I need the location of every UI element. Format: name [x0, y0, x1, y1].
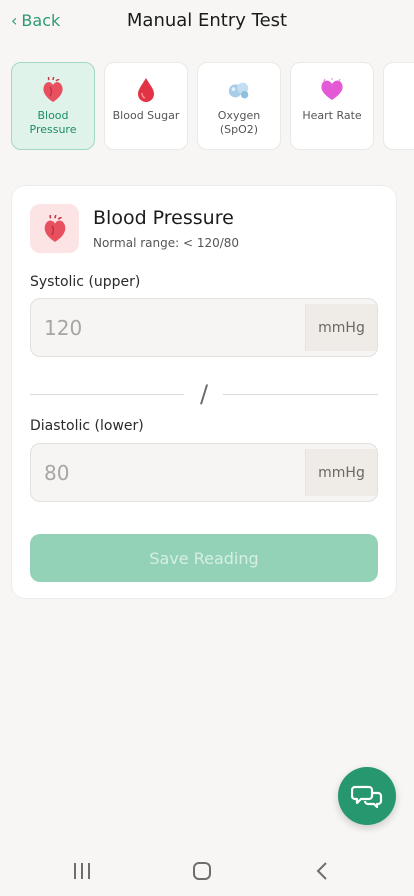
- diastolic-label: Diastolic (lower): [30, 418, 144, 434]
- systolic-input[interactable]: [31, 299, 305, 356]
- header: ‹ Back Manual Entry Test: [0, 0, 414, 44]
- system-back-button[interactable]: [302, 856, 342, 886]
- tab-label: Heart Rate: [302, 109, 362, 122]
- recent-apps-button[interactable]: [62, 856, 102, 886]
- tab-blood-pressure[interactable]: Blood Pressure: [11, 62, 95, 150]
- system-nav-bar: [0, 844, 414, 896]
- save-reading-button[interactable]: Save Reading: [30, 534, 378, 582]
- anatomical-heart-icon: [40, 77, 66, 103]
- divider-line-right: [223, 394, 378, 395]
- systolic-field: mmHg: [30, 298, 378, 357]
- back-arrow-icon: [316, 862, 327, 880]
- diastolic-input[interactable]: [31, 444, 305, 501]
- tab-oxygen[interactable]: Oxygen (SpO2): [197, 62, 281, 150]
- oxygen-bubbles-icon: [226, 77, 252, 103]
- entry-card: Blood Pressure Normal range: < 120/80 Sy…: [11, 185, 397, 599]
- metric-tabs: Blood Pressure Blood Sugar Oxygen (SpO2)…: [11, 62, 414, 150]
- manual-entry-screen: ‹ Back Manual Entry Test Blood Pressure: [0, 0, 414, 896]
- divider: /: [30, 380, 378, 408]
- heart-pulse-icon: [319, 77, 345, 103]
- chat-bubbles-icon: [351, 785, 383, 809]
- diastolic-field: mmHg: [30, 443, 378, 502]
- systolic-label: Systolic (upper): [30, 274, 141, 290]
- home-button[interactable]: [182, 856, 222, 886]
- anatomical-heart-icon: [30, 204, 79, 253]
- tab-label: Blood Pressure: [29, 109, 77, 136]
- systolic-unit: mmHg: [305, 304, 377, 351]
- tab-label: Blood Sugar: [112, 109, 180, 122]
- blood-drop-icon: [133, 77, 159, 103]
- chat-button[interactable]: [338, 767, 396, 825]
- recent-apps-icon: [74, 863, 90, 879]
- tab-blood-sugar[interactable]: Blood Sugar: [104, 62, 188, 150]
- diastolic-unit: mmHg: [305, 449, 377, 496]
- tab-heart-rate[interactable]: Heart Rate: [290, 62, 374, 150]
- card-title: Blood Pressure: [93, 207, 234, 229]
- normal-range-text: Normal range: < 120/80: [93, 236, 240, 250]
- home-icon: [193, 862, 211, 880]
- tab-label: Oxygen (SpO2): [217, 109, 261, 136]
- page-title: Manual Entry Test: [126, 10, 288, 31]
- tab-weight[interactable]: W: [383, 62, 414, 150]
